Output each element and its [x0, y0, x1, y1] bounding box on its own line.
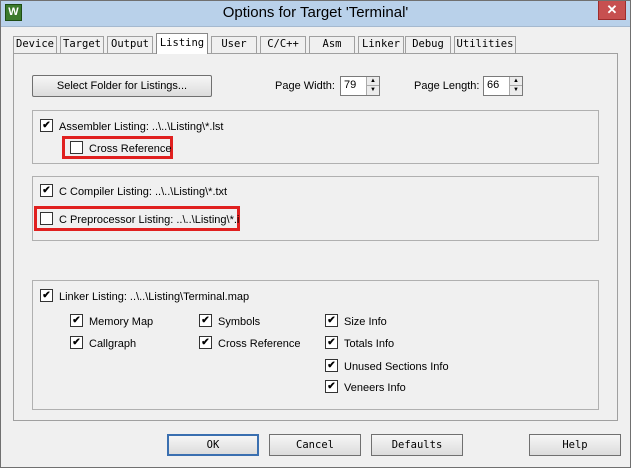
page-length-label: Page Length: — [414, 80, 480, 92]
cancel-button[interactable]: Cancel — [269, 434, 361, 456]
spin-down-icon[interactable]: ▼ — [510, 86, 522, 95]
veneers-info-row[interactable]: ✔ Veneers Info — [325, 380, 406, 395]
page-width-value[interactable]: 79 — [344, 79, 356, 91]
memory-map-row[interactable]: ✔ Memory Map — [70, 314, 154, 329]
close-button[interactable]: ✕ — [598, 1, 626, 20]
assembler-group: ✔ Assembler Listing: ..\..\Listing\*.lst … — [32, 110, 599, 164]
assembler-listing-checkbox[interactable]: ✔ — [40, 119, 53, 132]
tab-debug[interactable]: Debug — [405, 36, 451, 53]
defaults-button[interactable]: Defaults — [371, 434, 463, 456]
linker-listing-row[interactable]: ✔ Linker Listing: ..\..\Listing\Terminal.… — [40, 289, 250, 304]
unused-sections-info-checkbox[interactable]: ✔ — [325, 359, 338, 372]
tab-target[interactable]: Target — [60, 36, 104, 53]
compiler-listing-label: C Compiler Listing: ..\..\Listing\*.txt — [59, 185, 228, 198]
compiler-listing-checkbox[interactable]: ✔ — [40, 184, 53, 197]
unused-sections-info-row[interactable]: ✔ Unused Sections Info — [325, 359, 449, 374]
page-length-spinner[interactable]: 66 ▲ ▼ — [483, 76, 523, 96]
page-length-value[interactable]: 66 — [487, 79, 499, 91]
tab-linker[interactable]: Linker — [358, 36, 404, 53]
size-info-label: Size Info — [344, 315, 387, 328]
title-bar: W Options for Target 'Terminal' ✕ — [1, 1, 630, 27]
window-title: Options for Target 'Terminal' — [222, 4, 409, 21]
totals-info-checkbox[interactable]: ✔ — [325, 336, 338, 349]
linker-cross-reference-checkbox[interactable]: ✔ — [199, 336, 212, 349]
cross-reference-row[interactable]: Cross Reference — [70, 141, 172, 156]
size-info-checkbox[interactable]: ✔ — [325, 314, 338, 327]
totals-info-label: Totals Info — [344, 337, 395, 350]
tab-utilities[interactable]: Utilities — [454, 36, 516, 53]
compiler-group: ✔ C Compiler Listing: ..\..\Listing\*.txt… — [32, 176, 599, 241]
tab-listing[interactable]: Listing — [156, 33, 208, 54]
help-button[interactable]: Help — [529, 434, 621, 456]
tab-output[interactable]: Output — [107, 36, 153, 53]
preprocessor-listing-row[interactable]: C Preprocessor Listing: ..\..\Listing\*.… — [40, 212, 240, 227]
spin-up-icon[interactable]: ▲ — [367, 77, 379, 86]
page-width-arrows[interactable]: ▲ ▼ — [366, 77, 379, 95]
memory-map-checkbox[interactable]: ✔ — [70, 314, 83, 327]
page-length-arrows[interactable]: ▲ ▼ — [509, 77, 522, 95]
linker-cross-reference-label: Cross Reference — [218, 337, 301, 350]
memory-map-label: Memory Map — [89, 315, 154, 328]
linker-listing-checkbox[interactable]: ✔ — [40, 289, 53, 302]
tab-device[interactable]: Device — [13, 36, 57, 53]
assembler-listing-label: Assembler Listing: ..\..\Listing\*.lst — [59, 120, 224, 133]
cross-reference-label: Cross Reference — [89, 142, 172, 155]
symbols-row[interactable]: ✔ Symbols — [199, 314, 261, 329]
callgraph-row[interactable]: ✔ Callgraph — [70, 336, 137, 351]
preprocessor-listing-label: C Preprocessor Listing: ..\..\Listing\*.… — [59, 213, 240, 226]
symbols-checkbox[interactable]: ✔ — [199, 314, 212, 327]
assembler-listing-row[interactable]: ✔ Assembler Listing: ..\..\Listing\*.lst — [40, 119, 224, 134]
spin-up-icon[interactable]: ▲ — [510, 77, 522, 86]
preprocessor-listing-checkbox[interactable] — [40, 212, 53, 225]
page-width-spinner[interactable]: 79 ▲ ▼ — [340, 76, 380, 96]
veneers-info-checkbox[interactable]: ✔ — [325, 380, 338, 393]
unused-sections-info-label: Unused Sections Info — [344, 360, 449, 373]
page-width-label: Page Width: — [275, 80, 335, 92]
tab-asm[interactable]: Asm — [309, 36, 355, 53]
callgraph-checkbox[interactable]: ✔ — [70, 336, 83, 349]
spin-down-icon[interactable]: ▼ — [367, 86, 379, 95]
linker-listing-label: Linker Listing: ..\..\Listing\Terminal.m… — [59, 290, 250, 303]
listing-tab-page: Select Folder for Listings... Page Width… — [13, 53, 618, 421]
symbols-label: Symbols — [218, 315, 261, 328]
options-dialog: W Options for Target 'Terminal' ✕ Device… — [0, 0, 631, 468]
compiler-listing-row[interactable]: ✔ C Compiler Listing: ..\..\Listing\*.txt — [40, 184, 228, 199]
cross-reference-checkbox[interactable] — [70, 141, 83, 154]
tab-c-cpp[interactable]: C/C++ — [260, 36, 306, 53]
veneers-info-label: Veneers Info — [344, 381, 406, 394]
linker-group: ✔ Linker Listing: ..\..\Listing\Terminal.… — [32, 280, 599, 410]
linker-cross-reference-row[interactable]: ✔ Cross Reference — [199, 336, 301, 351]
totals-info-row[interactable]: ✔ Totals Info — [325, 336, 395, 351]
callgraph-label: Callgraph — [89, 337, 137, 350]
tab-user[interactable]: User — [211, 36, 257, 53]
ok-button[interactable]: OK — [167, 434, 259, 456]
select-folder-button[interactable]: Select Folder for Listings... — [32, 75, 212, 97]
size-info-row[interactable]: ✔ Size Info — [325, 314, 387, 329]
